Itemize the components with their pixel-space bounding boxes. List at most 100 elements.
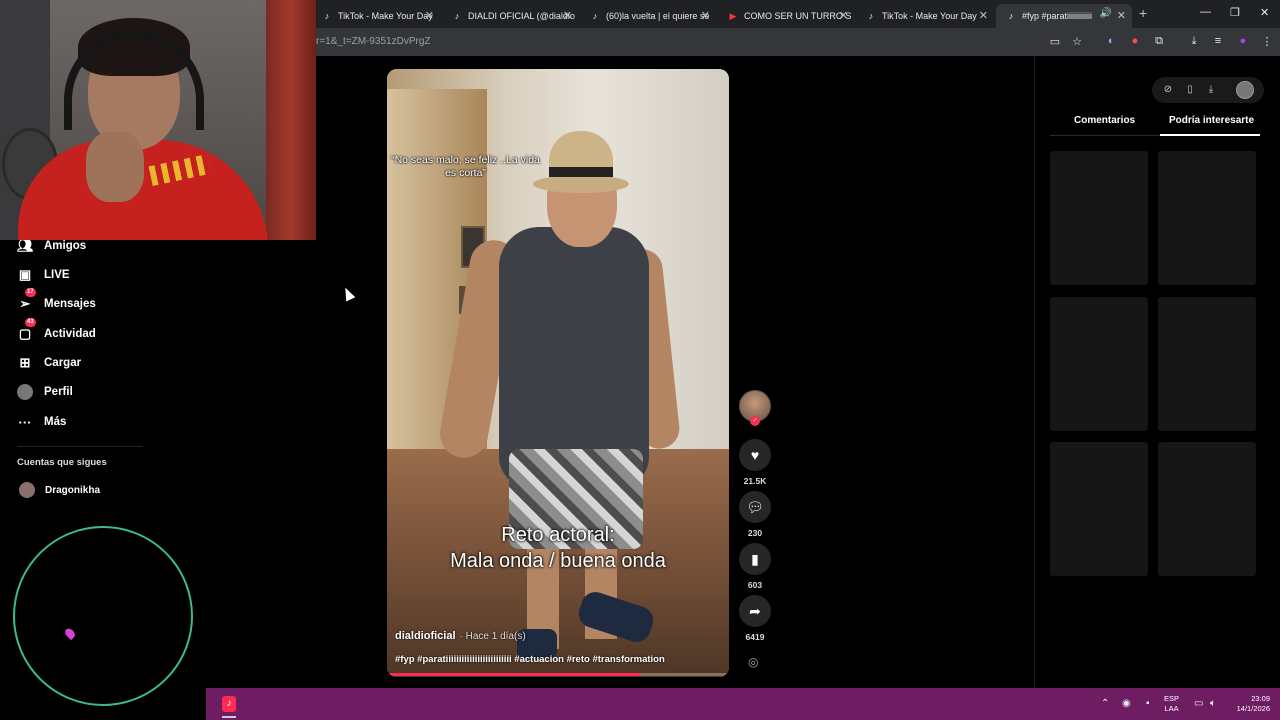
user-avatar[interactable] <box>1236 81 1254 99</box>
heart-icon: ♥ <box>750 447 760 463</box>
download-icon[interactable]: ⤓ <box>1187 35 1201 48</box>
like-button[interactable]: ♥ <box>739 439 771 471</box>
tray-icon[interactable]: ▪ <box>1146 698 1150 709</box>
follow-check-icon[interactable]: ✓ <box>750 416 760 426</box>
browser-tab[interactable]: ♪ TikTok - Make Your Day ✕ <box>312 4 440 28</box>
video-person-shirt <box>499 227 649 487</box>
recommended-video-thumbnail[interactable] <box>1050 442 1148 576</box>
bookmark-star-icon[interactable]: ☆ <box>1070 35 1084 48</box>
recommended-video-thumbnail[interactable] <box>1158 151 1256 285</box>
share-button[interactable]: ➦ <box>739 595 771 627</box>
clock-time: 23:09 <box>1251 694 1270 703</box>
media-control-icon[interactable]: ≡ <box>1211 35 1225 47</box>
close-tab-icon[interactable]: ✕ <box>701 9 710 22</box>
tab-title: COMO SER UN TURRO S <box>744 11 852 21</box>
language-indicator[interactable]: ESP LAA <box>1164 694 1179 714</box>
sidebar-divider <box>17 446 143 447</box>
browser-tab[interactable]: ▶ COMO SER UN TURRO S ✕ <box>718 4 854 28</box>
recommended-video-thumbnail[interactable] <box>1050 297 1148 431</box>
tab-comentarios[interactable]: Comentarios <box>1074 115 1135 126</box>
sidebar-item-mensajes[interactable]: ➢ 17 Mensajes <box>17 288 96 314</box>
overlay-ring <box>13 526 193 706</box>
language-line: LAA <box>1164 704 1179 713</box>
close-tab-icon[interactable]: ✕ <box>563 9 572 22</box>
network-icon[interactable]: ▭ <box>1194 698 1203 709</box>
sidebar-item-mas[interactable]: ··· Más <box>17 412 67 432</box>
recommended-video-thumbnail[interactable] <box>1158 442 1256 576</box>
webcam-curtain <box>266 0 316 240</box>
language-line: ESP <box>1164 694 1180 703</box>
upload-icon: ⊞ <box>19 355 31 370</box>
browser-tab[interactable]: ♪ DIALDI OFICIAL (@dialdio ✕ <box>442 4 578 28</box>
messages-icon: ➢ 17 <box>19 288 36 311</box>
sidebar-item-label: Más <box>44 416 67 428</box>
menu-kebab-icon[interactable]: ⋮ <box>1260 35 1274 48</box>
sidebar-item-label: Perfil <box>44 386 73 398</box>
sidebar-item-cargar[interactable]: ⊞ Cargar <box>17 353 82 373</box>
save-button[interactable]: ▮ <box>739 543 771 575</box>
clock[interactable]: 23:09 14/1/2026 <box>1228 694 1270 714</box>
activity-icon: ▢ 43 <box>18 318 36 341</box>
video-caption: Reto actoral: Mala onda / buena onda <box>387 522 729 574</box>
tiktok-app-icon[interactable]: ♪ <box>222 696 236 712</box>
recommended-video-thumbnail[interactable] <box>1050 151 1148 285</box>
chevron-up-icon[interactable]: ⌃ <box>1101 698 1109 709</box>
window-close-icon[interactable]: ✕ <box>1260 6 1269 19</box>
avatar <box>19 482 35 498</box>
recommended-video-thumbnail[interactable] <box>1158 297 1256 431</box>
sidebar-item-label: Amigos <box>44 240 87 252</box>
new-tab-icon[interactable]: + <box>1139 5 1147 21</box>
video-posted-time: · Hace 1 día(s) <box>459 631 526 642</box>
cast-icon[interactable]: ▭ <box>1048 35 1062 48</box>
save-count: 603 <box>747 580 763 590</box>
messages-badge: 17 <box>25 288 36 297</box>
sidebar-item-perfil[interactable]: Perfil <box>17 382 73 402</box>
taskbar-active-indicator <box>222 716 236 718</box>
address-bar[interactable]: r=1&_t=ZM-9351zDvPrgZ <box>316 28 431 56</box>
sound-disc-icon[interactable]: ◎ <box>748 655 758 669</box>
close-tab-icon[interactable]: ✕ <box>979 9 988 22</box>
tab-title: (60)la vuelta | el quiere se <box>606 11 710 21</box>
volume-icon[interactable]: 🔈︎ <box>1210 698 1216 709</box>
close-tab-icon[interactable]: ✕ <box>1117 9 1126 22</box>
comment-button[interactable]: 💬︎ <box>739 491 771 523</box>
video-author-name[interactable]: dialdioficial <box>395 630 456 642</box>
activity-badge: 43 <box>25 318 36 327</box>
discord-icon[interactable]: ◉ <box>1122 698 1131 709</box>
browser-tab[interactable]: ♪ TikTok - Make Your Day ✕ <box>856 4 994 28</box>
video-quote-text: “No seas malo, se feliz ..La vida es cor… <box>391 154 540 179</box>
sidebar-item-live[interactable]: ▣ LIVE <box>17 265 70 285</box>
browser-tab[interactable]: ♪ (60)la vuelta | el quiere se ✕ <box>580 4 716 28</box>
speaker-icon[interactable]: 🔊 <box>1100 8 1112 19</box>
video-person-hat-band <box>549 167 613 177</box>
video-player[interactable]: “No seas malo, se feliz ..La vida es cor… <box>387 69 729 677</box>
compass-icon[interactable]: ⊘ <box>1162 84 1174 95</box>
close-tab-icon[interactable]: ✕ <box>425 9 434 22</box>
video-caption-line: Mala onda / buena onda <box>450 550 666 572</box>
sidebar-item-label: Mensajes <box>44 298 96 310</box>
profile-icon[interactable]: ● <box>1236 35 1250 47</box>
extension-icon[interactable]: ◖ <box>1103 35 1117 47</box>
browser-tab-active[interactable]: ♪ #fyp #paratiiiiiiiiiiiiiiiii 🔊 ✕ <box>996 4 1132 28</box>
tab-title: TikTok - Make Your Day <box>338 11 433 21</box>
tab-title: TikTok - Make Your Day <box>882 11 977 21</box>
following-account[interactable]: Dragonikha <box>19 482 100 498</box>
tab-podria-interesarte[interactable]: Podría interesarte <box>1169 115 1254 126</box>
minimize-icon[interactable]: — <box>1200 6 1211 18</box>
restore-icon[interactable]: ❐ <box>1230 6 1240 19</box>
mouse-cursor <box>340 285 356 302</box>
download-icon[interactable]: ⤓ <box>1205 84 1217 95</box>
sidebar-item-actividad[interactable]: ▢ 43 Actividad <box>17 318 96 344</box>
close-tab-icon[interactable]: ✕ <box>839 9 848 22</box>
video-progress-track[interactable] <box>387 673 729 676</box>
video-progress-fill <box>387 673 641 676</box>
webcam-person-hand <box>86 132 144 202</box>
sidebar-item-label: Cargar <box>44 357 82 369</box>
phone-icon[interactable]: ▯ <box>1184 84 1196 95</box>
following-account-name: Dragonikha <box>45 484 101 496</box>
live-icon: ▣ <box>18 267 32 282</box>
video-hashtags[interactable]: #fyp #paratiiiiiiiiiiiiiiiiiiiiiiiii #ac… <box>395 654 725 665</box>
video-caption-line: Reto actoral: <box>501 524 615 546</box>
extension-icon[interactable]: ● <box>1128 35 1142 47</box>
extensions-puzzle-icon[interactable]: ⧉ <box>1152 35 1166 48</box>
